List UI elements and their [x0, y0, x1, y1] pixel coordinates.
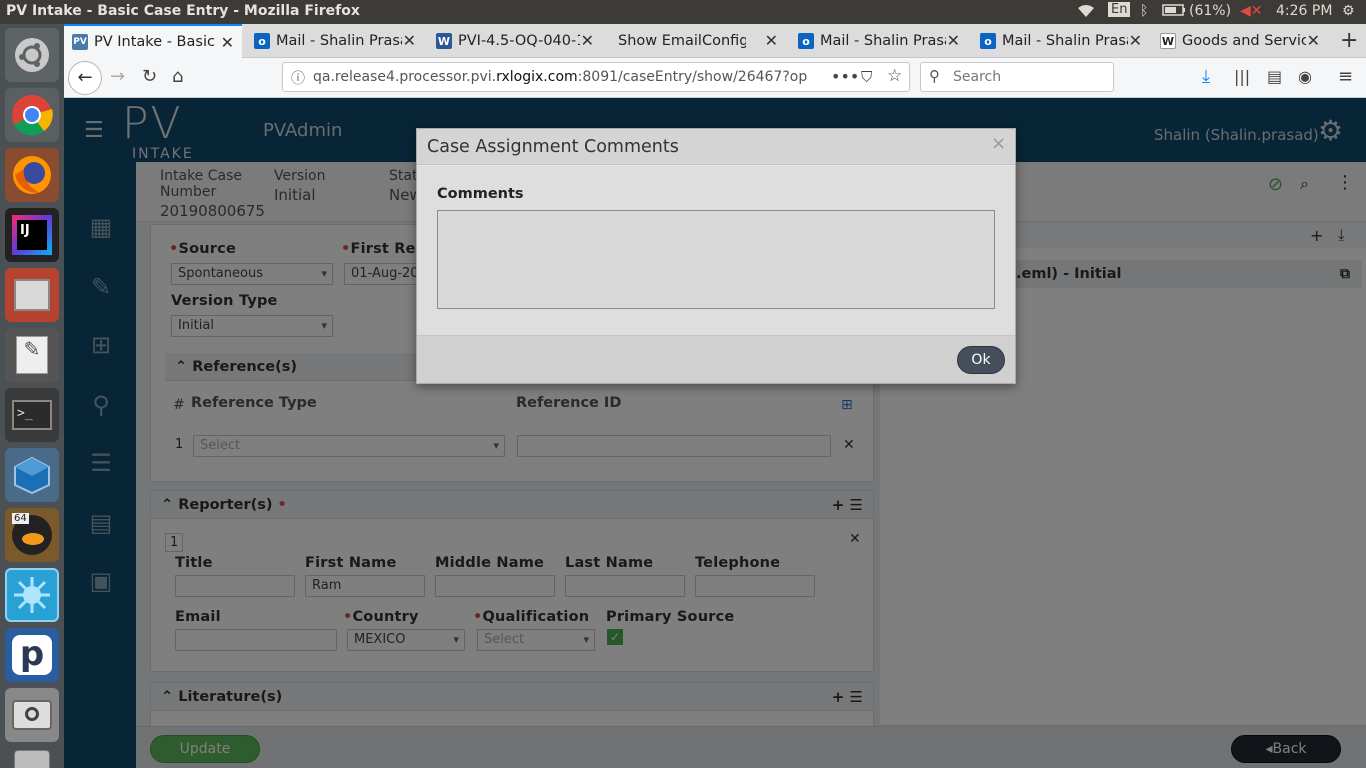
- tab-close-icon[interactable]: ✕: [221, 33, 234, 52]
- page-actions-icon[interactable]: •••: [831, 67, 859, 86]
- tab-pv-intake[interactable]: PV PV Intake - Basic C ✕: [64, 24, 242, 58]
- screenshot-icon[interactable]: [5, 688, 59, 742]
- modal-close-icon[interactable]: ×: [991, 133, 1006, 154]
- tab-label: Show EmailConfig: [618, 33, 746, 49]
- back-arrow-icon[interactable]: ←: [68, 61, 102, 95]
- volume-muted-icon[interactable]: ◀✕: [1240, 3, 1263, 19]
- os-top-bar: PV Intake - Basic Case Entry - Mozilla F…: [0, 0, 1366, 24]
- bluetooth-icon[interactable]: ᛒ: [1140, 3, 1148, 19]
- game-64-icon[interactable]: 64: [5, 508, 59, 562]
- intellij-icon[interactable]: IJ: [5, 208, 59, 262]
- tab-close-icon[interactable]: ✕: [403, 31, 416, 50]
- search-icon: ⚲: [929, 67, 940, 85]
- modal-title: Case Assignment Comments: [427, 137, 679, 157]
- power-icon[interactable]: ⚙: [1342, 3, 1355, 19]
- reload-icon[interactable]: ↻: [142, 67, 157, 87]
- pidgin-p-icon[interactable]: p: [5, 628, 59, 682]
- url-domain: rxlogix.com: [496, 69, 578, 85]
- case-assignment-modal: Case Assignment Comments × Comments Ok: [416, 128, 1016, 384]
- download-icon[interactable]: ⤓: [1202, 67, 1210, 87]
- new-tab-icon[interactable]: +: [1340, 28, 1358, 53]
- tab-show-emailconfig[interactable]: Show EmailConfig ✕: [606, 24, 786, 58]
- virtualbox-icon[interactable]: [5, 448, 59, 502]
- wikipedia-favicon-icon: W: [1160, 33, 1176, 49]
- outlook-favicon-icon: o: [798, 33, 814, 49]
- bookmark-star-icon[interactable]: ☆: [887, 66, 902, 86]
- tab-close-icon[interactable]: ✕: [1129, 31, 1142, 50]
- tab-goods-services[interactable]: W Goods and Servic ✕: [1152, 24, 1328, 58]
- terminal-icon[interactable]: >_: [5, 388, 59, 442]
- outlook-favicon-icon: o: [254, 33, 270, 49]
- battery-icon[interactable]: [1162, 3, 1186, 21]
- sidebar-icon[interactable]: ▤: [1267, 67, 1282, 87]
- outlook-favicon-icon: o: [980, 33, 996, 49]
- firefox-icon[interactable]: [5, 148, 59, 202]
- url-prefix: qa.release4.processor.pvi.: [313, 69, 497, 85]
- hamburger-menu-icon[interactable]: ≡: [1338, 67, 1353, 87]
- tab-label: Goods and Servic: [1182, 33, 1306, 49]
- tab-mail-3[interactable]: o Mail - Shalin Prasa ✕: [972, 24, 1150, 58]
- tab-label: PV Intake - Basic C: [94, 34, 220, 50]
- file-manager-icon[interactable]: [5, 268, 59, 322]
- tab-close-icon[interactable]: ✕: [1307, 31, 1320, 50]
- home-icon[interactable]: ⌂: [172, 67, 183, 87]
- wifi-icon[interactable]: [1076, 3, 1096, 23]
- ubuntu-home-icon[interactable]: [5, 28, 59, 82]
- tab-label: Mail - Shalin Prasa: [276, 33, 402, 49]
- modal-body: Comments: [417, 166, 1015, 335]
- url-text: qa.release4.processor.pvi.rxlogix.com:80…: [313, 69, 807, 85]
- comments-textarea[interactable]: [437, 210, 995, 309]
- ok-button[interactable]: Ok: [957, 346, 1005, 374]
- blue-app-icon[interactable]: [5, 568, 59, 622]
- comments-label: Comments: [437, 186, 524, 202]
- library-icon[interactable]: |||: [1234, 67, 1250, 87]
- drive-icon[interactable]: [5, 736, 59, 768]
- search-placeholder: Search: [953, 69, 1002, 85]
- keyboard-layout[interactable]: En: [1108, 2, 1131, 17]
- modal-footer: Ok: [417, 335, 1015, 383]
- search-bar[interactable]: ⚲ Search: [920, 62, 1114, 92]
- browser-nav-bar: ← → ↻ ⌂ ⓘ qa.release4.processor.pvi.rxlo…: [64, 58, 1366, 98]
- account-icon[interactable]: ◉: [1298, 67, 1312, 87]
- tab-label: PVI-4.5-OQ-040-1.: [458, 33, 580, 49]
- ubuntu-launcher: IJ ✎ >_ 64 p: [0, 24, 64, 768]
- pv-favicon-icon: PV: [72, 34, 88, 50]
- tab-mail-1[interactable]: o Mail - Shalin Prasa ✕: [246, 24, 424, 58]
- url-bar[interactable]: ⓘ qa.release4.processor.pvi.rxlogix.com:…: [282, 62, 910, 92]
- tab-close-icon[interactable]: ✕: [581, 31, 594, 50]
- tab-label: Mail - Shalin Prasa: [820, 33, 946, 49]
- word-favicon-icon: W: [436, 33, 452, 49]
- clock[interactable]: 4:26 PM: [1276, 3, 1332, 19]
- url-suffix: :8091/caseEntry/show/26467?op: [577, 69, 808, 85]
- modal-header: Case Assignment Comments ×: [417, 129, 1015, 165]
- tab-word-doc[interactable]: W PVI-4.5-OQ-040-1. ✕: [428, 24, 602, 58]
- tab-close-icon[interactable]: ✕: [947, 31, 960, 50]
- tab-close-icon[interactable]: ✕: [765, 31, 778, 50]
- pocket-icon[interactable]: ⛉: [861, 68, 872, 86]
- forward-arrow-icon[interactable]: →: [110, 67, 125, 87]
- tab-mail-2[interactable]: o Mail - Shalin Prasa ✕: [790, 24, 968, 58]
- browser-tab-bar: PV PV Intake - Basic C ✕ o Mail - Shalin…: [64, 24, 1366, 58]
- battery-percent: (61%): [1189, 3, 1232, 19]
- text-editor-icon[interactable]: ✎: [5, 328, 59, 382]
- info-icon[interactable]: ⓘ: [291, 68, 305, 88]
- chrome-icon[interactable]: [5, 88, 59, 142]
- tab-label: Mail - Shalin Prasa: [1002, 33, 1128, 49]
- window-title: PV Intake - Basic Case Entry - Mozilla F…: [6, 3, 360, 19]
